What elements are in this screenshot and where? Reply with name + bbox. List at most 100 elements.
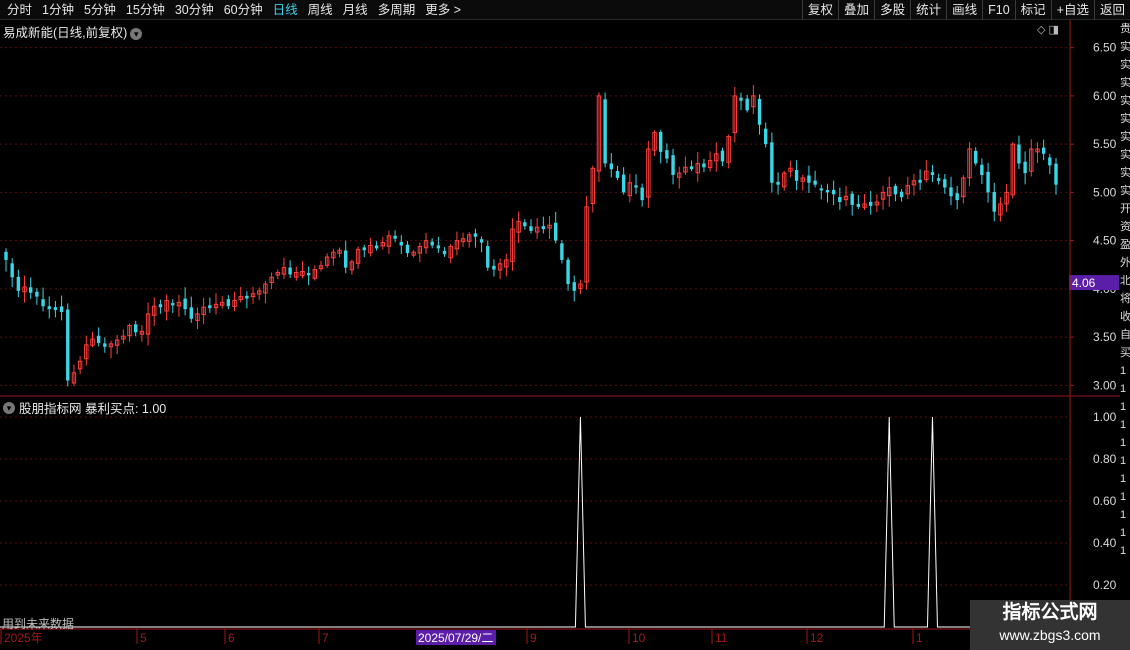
watermark-url: www.zbgs3.com	[999, 627, 1101, 643]
candle-body	[554, 222, 558, 241]
candle-body	[566, 259, 570, 285]
candle-body	[226, 299, 231, 307]
right-strip-item: 1	[1120, 509, 1127, 521]
candle-body	[41, 299, 45, 307]
right-strip-item: 1	[1120, 491, 1127, 503]
right-strip-item: 1	[1120, 473, 1127, 485]
date-label: 5	[140, 631, 147, 645]
date-label: 10	[632, 631, 646, 645]
candle-body	[442, 250, 447, 255]
candle-body	[807, 175, 811, 183]
window-toggle-icon[interactable]: ◨	[1049, 24, 1059, 36]
indicator-tick-label: 1.00	[1093, 410, 1117, 424]
candle-body	[541, 226, 546, 230]
date-label: 11	[715, 631, 728, 645]
candle-body	[757, 98, 762, 125]
date-label: 1	[916, 631, 923, 645]
right-strip-item: 实	[1120, 95, 1130, 107]
right-info-strip: 贵实实实实实实实实实开资盈外北将收自买11111111111	[1120, 20, 1130, 630]
candle-body	[10, 263, 14, 278]
candle-body	[640, 187, 644, 201]
candle-body	[245, 295, 249, 299]
candle-body	[974, 150, 978, 164]
price-tick-label: 6.50	[1093, 41, 1117, 55]
candle-body	[776, 181, 780, 185]
price-tick-label: 6.00	[1093, 89, 1117, 103]
candle-body	[47, 306, 51, 310]
right-strip-item: 1	[1120, 365, 1127, 377]
candle-body	[436, 245, 441, 249]
candle-body	[158, 304, 163, 308]
candle-body	[399, 241, 403, 246]
right-strip-item: 实	[1120, 185, 1130, 197]
candle-body	[362, 247, 366, 251]
candle-body	[745, 98, 749, 111]
candle-body	[764, 128, 768, 145]
indicator-signal-line	[0, 416, 1060, 628]
candle-body	[374, 245, 379, 249]
right-strip-item: 收	[1120, 311, 1130, 323]
candle-body	[35, 291, 39, 297]
right-strip-item: 实	[1120, 149, 1130, 161]
chevron-down-icon[interactable]: ▾	[3, 401, 15, 414]
indicator-title-text: 股朋指标网 暴利买点: 1.00	[19, 402, 167, 416]
candle-body	[899, 191, 904, 198]
candle-body	[831, 189, 836, 195]
candle-body	[29, 287, 33, 293]
right-strip-item: 北	[1120, 275, 1130, 287]
candle-body	[103, 343, 107, 347]
stock-title-text: 易成新能(日线,前复权)	[3, 26, 128, 40]
indicator-tick-label: 0.20	[1093, 578, 1117, 592]
candle-body	[96, 335, 101, 343]
price-tick-label: 3.00	[1093, 378, 1117, 392]
date-label: 12	[810, 631, 824, 645]
candle-body	[523, 222, 527, 227]
candle-body	[838, 197, 842, 203]
candle-body	[949, 187, 953, 197]
candle-body	[955, 193, 959, 201]
candle-body	[980, 164, 984, 176]
right-strip-item: 自	[1120, 329, 1130, 341]
candle-body	[344, 250, 348, 268]
right-strip-item: 1	[1120, 527, 1127, 539]
right-strip-item: 将	[1120, 293, 1130, 305]
candle-body	[813, 180, 817, 185]
indicator-tick-label: 0.60	[1093, 494, 1117, 508]
candle-body	[659, 131, 663, 152]
right-strip-item: 盈	[1120, 239, 1130, 251]
candle-body	[171, 303, 175, 306]
candle-body	[1023, 161, 1027, 174]
current-price-label: 4.06	[1072, 276, 1096, 290]
right-strip-item: 买	[1120, 347, 1130, 359]
indicator-tick-label: 0.40	[1093, 536, 1117, 550]
candle-body	[869, 201, 873, 206]
diamond-icon[interactable]: ◇	[1037, 24, 1045, 36]
candle-body	[609, 163, 613, 170]
candle-body	[739, 97, 743, 101]
candle-body	[479, 239, 484, 243]
candle-body	[572, 282, 576, 291]
chevron-down-icon[interactable]: ▾	[130, 27, 143, 40]
candle-body	[621, 174, 626, 193]
candle-body	[560, 243, 564, 260]
indicator-title: ▾ 股朋指标网 暴利买点: 1.00	[3, 398, 166, 417]
kline-chart[interactable]: 6.506.005.505.004.504.003.503.001.000.80…	[0, 0, 1130, 650]
candle-body	[850, 193, 854, 205]
candle-body	[1041, 147, 1046, 154]
candle-body	[720, 150, 725, 162]
candle-body	[665, 150, 669, 159]
candle-body	[16, 276, 21, 291]
right-strip-item: 实	[1120, 113, 1130, 125]
candle-body	[4, 251, 8, 260]
right-strip-item: 1	[1120, 401, 1127, 413]
candle-body	[986, 171, 990, 193]
price-tick-label: 5.00	[1093, 185, 1117, 199]
candle-body	[794, 170, 799, 181]
watermark-title: 指标公式网	[1002, 602, 1098, 623]
candle-body	[405, 244, 410, 254]
future-data-label: 用到未来数据	[2, 617, 75, 631]
candle-body	[819, 188, 823, 191]
price-tick-label: 5.50	[1093, 137, 1117, 151]
date-label: 6	[228, 631, 235, 645]
right-strip-item: 实	[1120, 131, 1130, 143]
